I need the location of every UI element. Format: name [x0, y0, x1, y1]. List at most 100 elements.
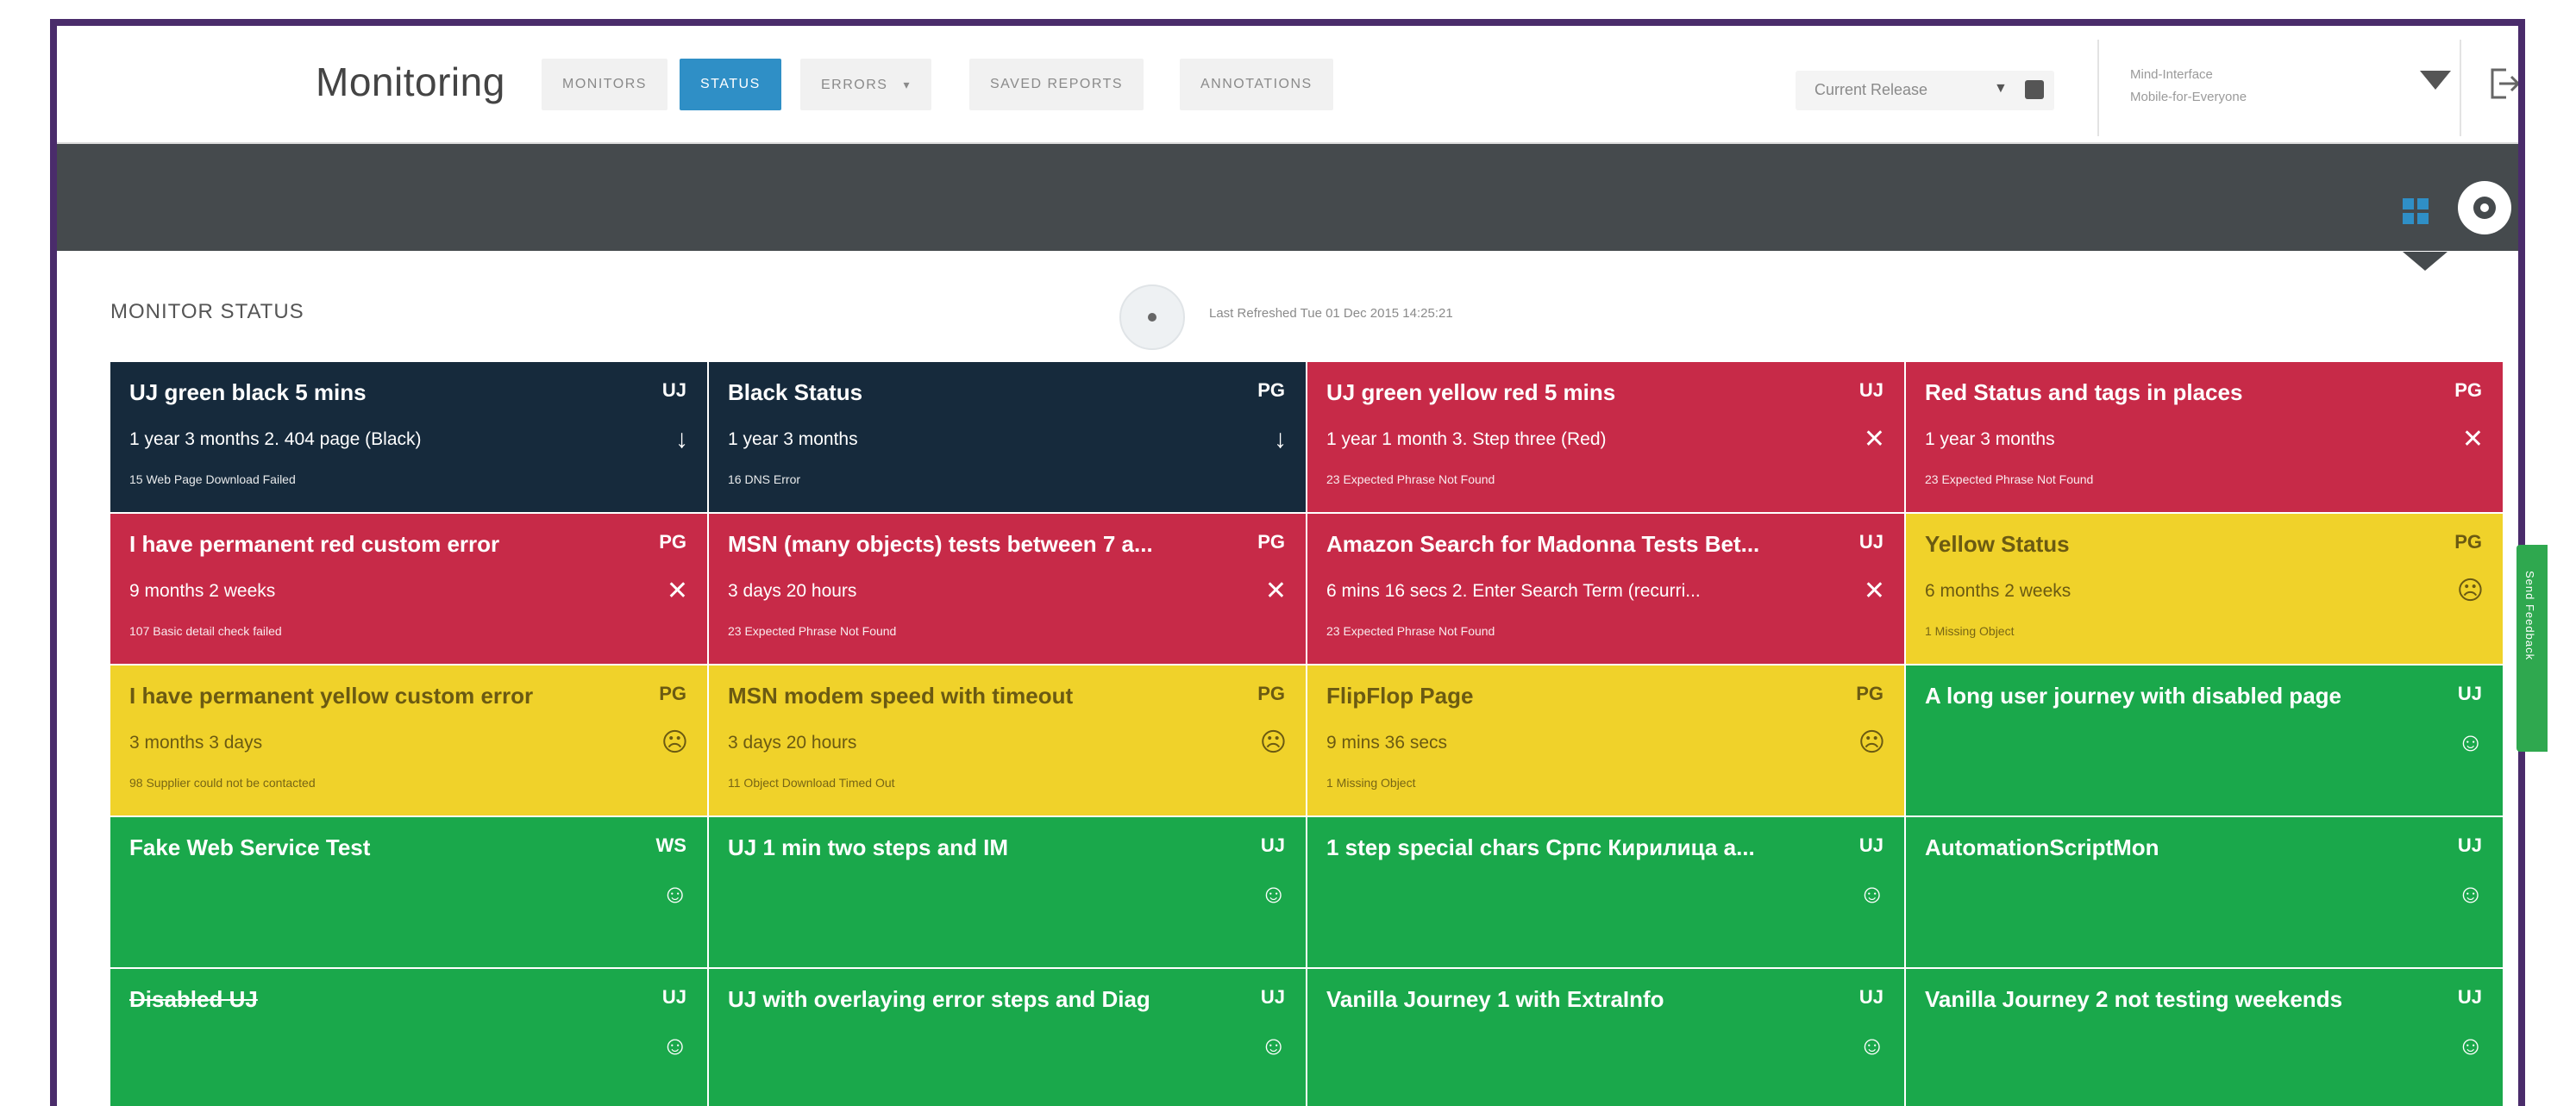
monitor-name[interactable]: I have permanent red custom error — [129, 531, 612, 558]
monitor-tile[interactable]: Black Status PG 1 year 3 months 16 DNS Erro… — [709, 362, 1307, 514]
monitor-tile[interactable]: Vanilla Journey 1 with ExtraInfo UJ ☺ — [1307, 969, 1906, 1106]
monitor-tile[interactable]: Amazon Search for Madonna Tests Bet... UJ… — [1307, 514, 1906, 665]
cross-icon: ✕ — [666, 577, 688, 605]
last-refreshed: Last Refreshed Tue 01 Dec 2015 14:25:21 — [1209, 306, 1453, 321]
monitor-tile[interactable]: UJ with overlaying error steps and Diag U… — [709, 969, 1307, 1106]
monitor-name[interactable]: UJ green black 5 mins — [129, 379, 612, 406]
gear-icon[interactable] — [2458, 181, 2511, 234]
monitor-type: UJ — [1858, 986, 1883, 1008]
monitor-duration: 3 days 20 hours — [728, 581, 857, 601]
smile-icon: ☺ — [1260, 1032, 1287, 1060]
monitor-name[interactable]: Vanilla Journey 1 with ExtraInfo — [1326, 986, 1809, 1013]
monitor-tile[interactable]: Fake Web Service Test WS ☺ — [110, 817, 709, 969]
monitor-tile[interactable]: Vanilla Journey 2 not testing weekends UJ… — [1906, 969, 2504, 1106]
monitor-type: PG — [1257, 531, 1285, 553]
smile-icon: ☺ — [2457, 1032, 2484, 1060]
feedback-tab[interactable]: Send Feedback — [2516, 545, 2548, 752]
monitor-name[interactable]: UJ green yellow red 5 mins — [1326, 379, 1809, 406]
monitor-tile[interactable]: MSN (many objects) tests between 7 a... P… — [709, 514, 1307, 665]
monitor-tile[interactable]: I have permanent red custom error PG 9 mon… — [110, 514, 709, 665]
monitor-name[interactable]: Black Status — [728, 379, 1211, 406]
cross-icon: ✕ — [1264, 577, 1287, 605]
monitor-tile[interactable]: 1 step special chars Српс Кирилица а... U… — [1307, 817, 1906, 969]
monitor-error: 23 Expected Phrase Not Found — [728, 624, 897, 638]
monitor-duration: 3 months 3 days — [129, 733, 263, 753]
monitor-error: 23 Expected Phrase Not Found — [1925, 472, 2094, 486]
monitor-duration: 1 year 3 months 2. 404 page (Black) — [129, 429, 422, 449]
tab-errors[interactable]: ERRORS ▾ — [800, 59, 931, 110]
monitor-type: PG — [2454, 379, 2482, 401]
monitor-name[interactable]: UJ 1 min two steps and IM — [728, 834, 1211, 861]
toolbar-dark — [57, 144, 2518, 251]
monitor-tile[interactable]: Disabled UJ UJ ☺ — [110, 969, 709, 1106]
monitor-tile[interactable]: A long user journey with disabled page UJ… — [1906, 665, 2504, 817]
monitor-name[interactable]: 1 step special chars Српс Кирилица а... — [1326, 834, 1809, 861]
monitor-name[interactable]: Disabled UJ — [129, 986, 612, 1013]
monitor-name[interactable]: FlipFlop Page — [1326, 683, 1809, 709]
monitor-tile[interactable]: AutomationScriptMon UJ ☺ — [1906, 817, 2504, 969]
monitor-tile[interactable]: I have permanent yellow custom error PG 3 … — [110, 665, 709, 817]
monitor-type: UJ — [661, 986, 686, 1008]
smile-icon: ☺ — [2457, 880, 2484, 909]
monitor-error: 1 Missing Object — [1925, 624, 2015, 638]
tab-annotations[interactable]: ANNOTATIONS — [1180, 59, 1333, 110]
sad-face-icon: ☹ — [1259, 728, 1287, 757]
monitor-duration: 3 days 20 hours — [728, 733, 857, 753]
monitor-type: WS — [655, 834, 686, 856]
top-navigation: Monitoring MONITORS STATUS ERRORS ▾ SAVED… — [57, 26, 2518, 144]
chevron-down-icon[interactable]: ▼ — [1994, 81, 2008, 97]
monitor-type: PG — [1257, 683, 1285, 704]
sad-face-icon: ☹ — [661, 728, 688, 757]
monitor-duration: 1 year 3 months — [1925, 429, 2055, 449]
monitor-tile[interactable]: UJ green yellow red 5 mins UJ 1 year 1 mon… — [1307, 362, 1906, 514]
tab-status[interactable]: STATUS — [680, 59, 781, 110]
monitor-name[interactable]: MSN modem speed with timeout — [728, 683, 1211, 709]
monitor-type: PG — [2454, 531, 2482, 553]
feedback-label: Send Feedback — [2523, 571, 2536, 661]
clear-release-icon[interactable] — [2025, 80, 2044, 99]
monitor-tile[interactable]: FlipFlop Page PG 9 mins 36 secs 1 Missing O… — [1307, 665, 1906, 817]
user-menu-caret-icon[interactable] — [2420, 71, 2451, 90]
app-title: Monitoring — [316, 59, 505, 104]
monitor-name[interactable]: Fake Web Service Test — [129, 834, 612, 861]
release-selector[interactable]: Current Release ▼ — [1796, 71, 2054, 110]
monitor-name[interactable]: Vanilla Journey 2 not testing weekends — [1925, 986, 2408, 1013]
monitor-type: UJ — [2457, 986, 2482, 1008]
monitor-tile[interactable]: UJ green black 5 mins UJ 1 year 3 months 2… — [110, 362, 709, 514]
logout-icon[interactable] — [2487, 65, 2522, 103]
smile-icon: ☺ — [661, 880, 688, 909]
user-info: Mind-Interface Mobile-for-Everyone — [2130, 64, 2320, 109]
smile-icon: ☺ — [1858, 1032, 1885, 1060]
monitor-name[interactable]: I have permanent yellow custom error — [129, 683, 612, 709]
tab-saved-reports[interactable]: SAVED REPORTS — [969, 59, 1144, 110]
monitor-type: PG — [659, 531, 686, 553]
monitor-duration: 6 mins 16 secs 2. Enter Search Term (rec… — [1326, 581, 1701, 601]
divider — [2460, 40, 2461, 136]
monitor-tile[interactable]: Red Status and tags in places PG 1 year 3 … — [1906, 362, 2504, 514]
monitor-name[interactable]: AutomationScriptMon — [1925, 834, 2408, 861]
divider — [2097, 40, 2099, 136]
monitor-type: UJ — [661, 379, 686, 401]
monitor-type: PG — [1856, 683, 1883, 704]
grid-view-icon[interactable] — [2403, 198, 2430, 226]
monitor-name[interactable]: MSN (many objects) tests between 7 a... — [728, 531, 1211, 558]
monitor-error: 16 DNS Error — [728, 472, 801, 486]
monitor-type: UJ — [2457, 834, 2482, 856]
monitor-duration: 1 year 3 months — [728, 429, 858, 449]
monitor-name[interactable]: Amazon Search for Madonna Tests Bet... — [1326, 531, 1809, 558]
tab-monitors[interactable]: MONITORS — [542, 59, 668, 110]
cross-icon: ✕ — [1863, 577, 1885, 605]
monitor-tile[interactable]: Yellow Status PG 6 months 2 weeks 1 Missing… — [1906, 514, 2504, 665]
refresh-button[interactable] — [1119, 284, 1185, 350]
user-name: Mind-Interface — [2130, 67, 2213, 82]
monitor-name[interactable]: UJ with overlaying error steps and Diag — [728, 986, 1211, 1013]
app-window: Monitoring MONITORS STATUS ERRORS ▾ SAVED… — [50, 19, 2525, 1106]
monitor-tile[interactable]: UJ 1 min two steps and IM UJ ☺ — [709, 817, 1307, 969]
monitor-name[interactable]: A long user journey with disabled page — [1925, 683, 2408, 709]
monitor-tile[interactable]: MSN modem speed with timeout PG 3 days 20 … — [709, 665, 1307, 817]
monitor-name[interactable]: Red Status and tags in places — [1925, 379, 2408, 406]
monitor-duration: 1 year 1 month 3. Step three (Red) — [1326, 429, 1607, 449]
monitor-type: UJ — [2457, 683, 2482, 704]
monitor-name[interactable]: Yellow Status — [1925, 531, 2408, 558]
refresh-icon — [1148, 313, 1156, 322]
